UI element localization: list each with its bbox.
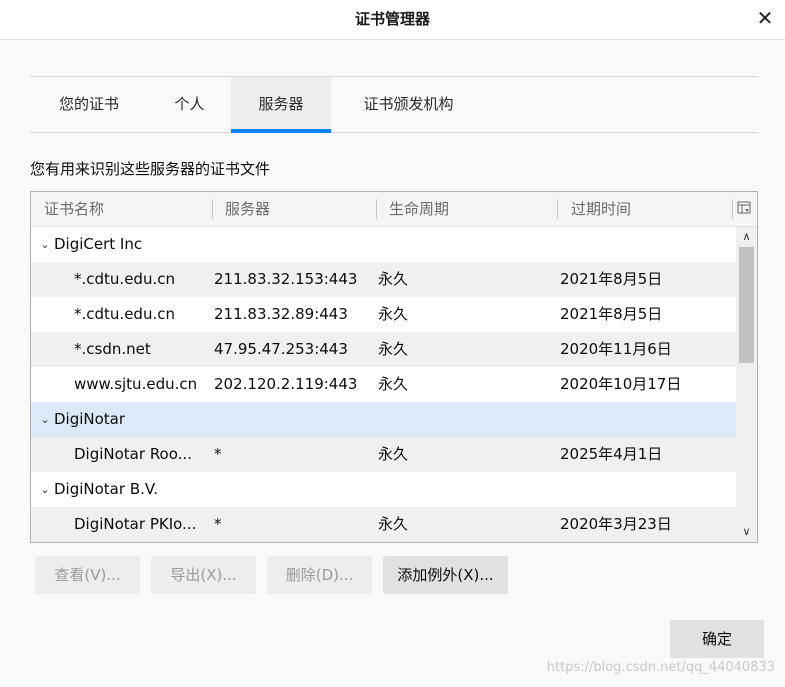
column-header-name[interactable]: 证书名称 <box>44 192 104 226</box>
title-bar: 证书管理器 ✕ <box>0 0 785 40</box>
group-name: DigiCert Inc <box>54 235 143 253</box>
cell-expires: 2020年11月6日 <box>560 340 672 358</box>
tab-authorities[interactable]: 证书颁发机构 <box>331 77 486 132</box>
cell-name: DigiNotar PKIo... <box>74 515 197 533</box>
table-row[interactable]: DigiNotar Roo... * 永久 2025年4月1日 <box>31 437 736 472</box>
cell-name: *.cdtu.edu.cn <box>74 270 175 288</box>
add-exception-button[interactable]: 添加例外(X)... <box>383 556 508 594</box>
tab-your-certificates[interactable]: 您的证书 <box>30 77 148 132</box>
cell-server: 47.95.47.253:443 <box>214 340 348 358</box>
group-row[interactable]: ⌄ DigiNotar <box>31 402 736 437</box>
cell-name: www.sjtu.edu.cn <box>74 375 198 393</box>
tab-bar: 您的证书 个人 服务器 证书颁发机构 <box>30 76 758 133</box>
watermark-text: https://blog.csdn.net/qq_44040833 <box>546 660 775 675</box>
group-name: DigiNotar <box>54 410 126 428</box>
table-row[interactable]: *.cdtu.edu.cn 211.83.32.153:443 永久 2021年… <box>31 262 736 297</box>
chevron-down-icon[interactable]: ⌄ <box>38 472 52 507</box>
column-picker-icon[interactable] <box>737 200 751 216</box>
cell-expires: 2025年4月1日 <box>560 445 663 463</box>
cell-server: * <box>214 445 222 463</box>
cell-lifetime: 永久 <box>378 515 409 533</box>
cell-server: 211.83.32.89:443 <box>214 305 348 323</box>
table-row[interactable]: *.cdtu.edu.cn 211.83.32.89:443 永久 2021年8… <box>31 297 736 332</box>
certificate-tree[interactable]: 证书名称 服务器 生命周期 过期时间 ⌄ DigiCert Inc *.cdtu… <box>30 191 758 543</box>
table-row[interactable]: *.csdn.net 47.95.47.253:443 永久 2020年11月6… <box>31 332 736 367</box>
tab-personal[interactable]: 个人 <box>148 77 231 132</box>
scroll-down-icon[interactable]: ∨ <box>736 522 757 542</box>
cell-lifetime: 永久 <box>378 340 409 358</box>
close-icon[interactable]: ✕ <box>751 4 779 32</box>
scroll-up-icon[interactable]: ∧ <box>736 227 757 247</box>
window-title: 证书管理器 <box>354 10 430 28</box>
delete-button[interactable]: 删除(D)... <box>267 556 372 594</box>
group-row[interactable]: ⌄ DigiCert Inc <box>31 227 736 262</box>
column-header-lifetime[interactable]: 生命周期 <box>389 192 449 226</box>
cell-expires: 2021年8月5日 <box>560 305 663 323</box>
cell-lifetime: 永久 <box>378 375 409 393</box>
cell-server: * <box>214 515 222 533</box>
cell-lifetime: 永久 <box>378 445 409 463</box>
vertical-scrollbar[interactable]: ∧ ∨ <box>736 227 757 542</box>
scrollbar-thumb[interactable] <box>739 247 754 363</box>
cell-expires: 2021年8月5日 <box>560 270 663 288</box>
cell-expires: 2020年3月23日 <box>560 515 672 533</box>
group-row[interactable]: ⌄ DigiNotar B.V. <box>31 472 736 507</box>
cell-lifetime: 永久 <box>378 305 409 323</box>
ok-button[interactable]: 确定 <box>670 620 764 658</box>
cell-expires: 2020年10月17日 <box>560 375 682 393</box>
description-text: 您有用来识别这些服务器的证书文件 <box>30 160 271 178</box>
export-button[interactable]: 导出(X)... <box>151 556 256 594</box>
table-row[interactable]: DigiNotar PKIo... * 永久 2020年3月23日 <box>31 507 736 542</box>
column-header-server[interactable]: 服务器 <box>225 192 270 226</box>
cell-server: 211.83.32.153:443 <box>214 270 358 288</box>
tab-servers[interactable]: 服务器 <box>231 77 331 133</box>
table-row[interactable]: www.sjtu.edu.cn 202.120.2.119:443 永久 202… <box>31 367 736 402</box>
cell-name: *.cdtu.edu.cn <box>74 305 175 323</box>
tree-body: ⌄ DigiCert Inc *.cdtu.edu.cn 211.83.32.1… <box>31 227 736 542</box>
chevron-down-icon[interactable]: ⌄ <box>38 402 52 437</box>
column-header-expires[interactable]: 过期时间 <box>571 192 631 226</box>
cell-name: *.csdn.net <box>74 340 151 358</box>
cell-lifetime: 永久 <box>378 270 409 288</box>
chevron-down-icon[interactable]: ⌄ <box>38 227 52 262</box>
view-button[interactable]: 查看(V)... <box>35 556 140 594</box>
group-name: DigiNotar B.V. <box>54 480 158 498</box>
cell-server: 202.120.2.119:443 <box>214 375 358 393</box>
tree-header: 证书名称 服务器 生命周期 过期时间 <box>31 192 757 227</box>
cell-name: DigiNotar Roo... <box>74 445 192 463</box>
